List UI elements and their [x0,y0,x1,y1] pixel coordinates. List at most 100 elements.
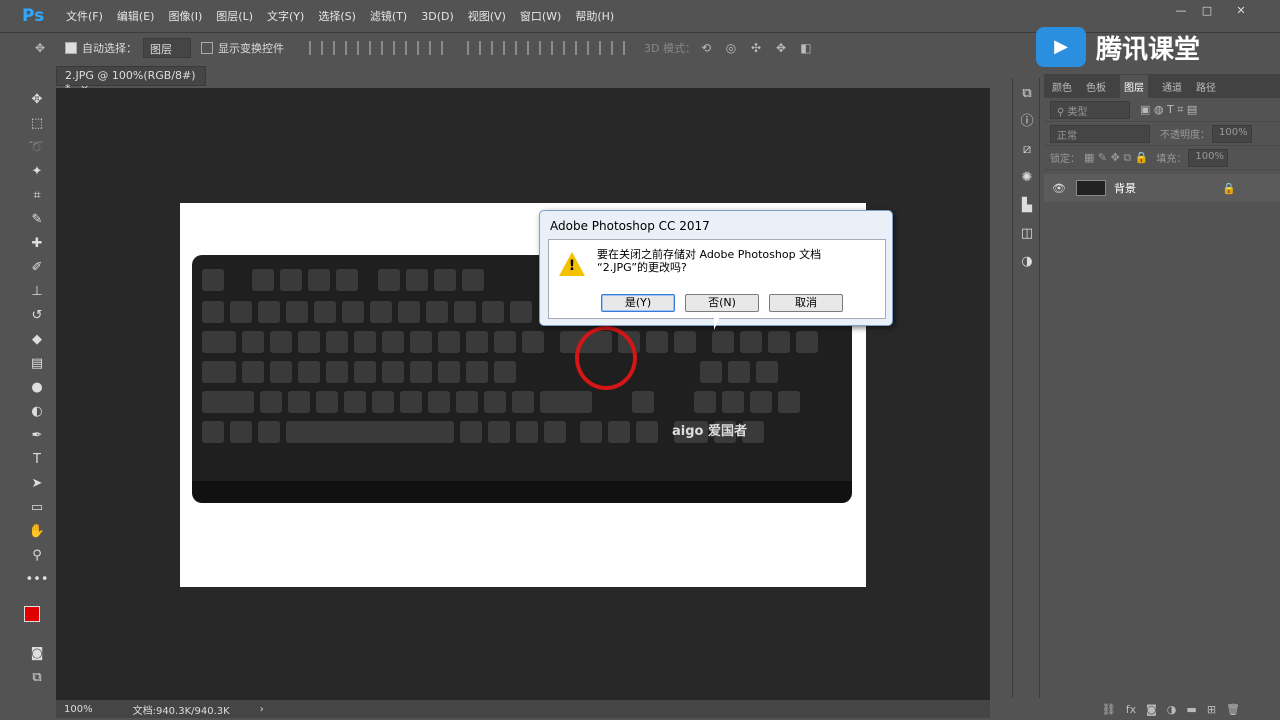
align-left-icon[interactable] [381,40,395,55]
distribute-bottom-icon[interactable] [515,40,529,55]
show-transform-checkbox[interactable] [201,41,213,54]
document-tab[interactable]: 2.JPG @ 100%(RGB/8#) * × [56,66,206,95]
fx-icon[interactable]: fx [1126,703,1136,716]
quick-mask-icon[interactable]: ◙ [22,642,52,666]
histogram-panel-icon[interactable]: ▙ [1013,194,1041,218]
eyedropper-tool-icon[interactable]: ✎ [22,208,52,232]
menu-window[interactable]: 窗口(W) [520,8,561,24]
menu-file[interactable]: 文件(F) [66,8,103,24]
adjustment-layer-icon[interactable]: ◑ [1167,703,1177,716]
eraser-tool-icon[interactable]: ◆ [22,328,52,352]
zoom-level[interactable]: 100% [64,704,93,715]
3d-roll-icon[interactable]: ◎ [721,41,741,55]
history-brush-tool-icon[interactable]: ↺ [22,304,52,328]
healing-brush-tool-icon[interactable]: ✚ [22,232,52,256]
vertical-scrollbar[interactable] [990,88,1002,700]
move-tool-icon[interactable]: ✥ [30,41,50,55]
info-panel-icon[interactable]: ⓘ [1013,110,1041,134]
3d-pan-icon[interactable]: ✣ [746,41,766,55]
document-info: 文档:940.3K/940.3K [132,705,230,717]
align-vcenter-icon[interactable] [333,40,347,55]
filter-icons[interactable]: ▣ ◍ T ⌗ ▤ [1140,103,1197,117]
history-panel-icon[interactable]: ⧉ [1013,82,1041,106]
type-tool-icon[interactable]: T [22,448,52,472]
hand-tool-icon[interactable]: ✋ [22,520,52,544]
auto-align-icon[interactable] [611,40,625,55]
blur-tool-icon[interactable]: ● [22,376,52,400]
layer-filter-dropdown[interactable]: ⚲ 类型 [1050,100,1130,119]
link-layers-icon[interactable]: ⛓ [1102,703,1116,716]
menu-select[interactable]: 选择(S) [318,8,356,24]
pen-tool-icon[interactable]: ✒ [22,424,52,448]
auto-select-dropdown[interactable]: 图层 [143,37,191,58]
adjustments-panel-icon[interactable]: ✺ [1013,166,1041,190]
blend-row: 正常 不透明度： 100% [1044,122,1280,146]
align-bottom-icon[interactable] [357,40,371,55]
auto-select-checkbox[interactable] [65,41,77,54]
distribute-hcenter-icon[interactable] [563,40,577,55]
distribute-right-icon[interactable] [587,40,601,55]
3d-slide-icon[interactable]: ✥ [771,41,791,55]
delete-layer-icon[interactable]: 🗑 [1226,703,1240,716]
layer-row-background[interactable]: 👁 背景 🔒 [1044,174,1280,202]
menu-3d[interactable]: 3D(D) [421,10,454,23]
lasso-tool-icon[interactable]: ➰ [22,136,52,160]
crop-tool-icon[interactable]: ⌗ [22,184,52,208]
menu-edit[interactable]: 编辑(E) [117,8,155,24]
fill-field[interactable]: 100% [1188,148,1229,167]
tab-color[interactable]: 颜色 [1052,79,1072,94]
new-layer-icon[interactable]: ⊞ [1207,703,1216,716]
move-tool-icon[interactable]: ✥ [22,88,52,112]
cancel-button[interactable]: 取消 [769,294,843,312]
keyboard-row-number [202,301,538,323]
distribute-top-icon[interactable] [467,40,481,55]
distribute-vcenter-icon[interactable] [491,40,505,55]
libraries-panel-icon[interactable]: ◫ [1013,222,1041,246]
more-tools-icon[interactable]: ••• [22,568,52,592]
opacity-field[interactable]: 100% [1212,124,1252,143]
3d-rotate-icon[interactable]: ⟲ [696,41,716,55]
tab-layers[interactable]: 图层 [1120,74,1148,98]
dodge-tool-icon[interactable]: ◐ [22,400,52,424]
new-group-icon[interactable]: ▬ [1186,703,1196,716]
blend-mode-dropdown[interactable]: 正常 [1050,124,1150,143]
menu-layer[interactable]: 图层(L) [216,8,253,24]
yes-button[interactable]: 是(Y) [601,294,675,312]
lock-icons[interactable]: ▦ ✎ ✥ ⧉ 🔒 [1084,151,1148,165]
status-arrow-icon[interactable]: › [260,704,264,715]
align-right-icon[interactable] [429,40,443,55]
styles-panel-icon[interactable]: ◑ [1013,250,1041,274]
magic-wand-tool-icon[interactable]: ✦ [22,160,52,184]
eye-icon[interactable]: 👁 [1052,182,1066,195]
rectangle-tool-icon[interactable]: ▭ [22,496,52,520]
align-top-icon[interactable] [309,40,323,55]
add-mask-icon[interactable]: ◙ [1146,703,1157,716]
foreground-color-swatch[interactable] [24,606,40,622]
menu-help[interactable]: 帮助(H) [575,8,614,24]
align-hcenter-icon[interactable] [405,40,419,55]
keyboard-row-caps [202,361,784,383]
red-annotation-circle [575,326,637,390]
tab-channels[interactable]: 通道 [1162,79,1182,94]
brush-tool-icon[interactable]: ✐ [22,256,52,280]
gradient-tool-icon[interactable]: ▤ [22,352,52,376]
tab-paths[interactable]: 路径 [1196,79,1216,94]
close-window-icon[interactable]: ✕ [1230,4,1252,18]
menu-view[interactable]: 视图(V) [468,8,506,24]
screen-mode-icon[interactable]: ⧉ [22,666,52,690]
clone-stamp-tool-icon[interactable]: ⊥ [22,280,52,304]
menu-filter[interactable]: 滤镜(T) [370,8,407,24]
dialog-message-line1: 要在关闭之前存储对 Adobe Photoshop 文档 [597,248,822,261]
3d-scale-icon[interactable]: ◧ [796,41,816,55]
marquee-tool-icon[interactable]: ⬚ [22,112,52,136]
path-selection-tool-icon[interactable]: ➤ [22,472,52,496]
zoom-tool-icon[interactable]: ⚲ [22,544,52,568]
menu-type[interactable]: 文字(Y) [267,8,304,24]
distribute-left-icon[interactable] [539,40,553,55]
minimize-icon[interactable]: — [1170,4,1192,18]
menu-image[interactable]: 图像(I) [168,8,202,24]
character-panel-icon[interactable]: ⧄ [1013,138,1041,162]
no-button[interactable]: 否(N) [685,294,759,312]
maximize-icon[interactable]: □ [1196,4,1218,18]
tab-swatches[interactable]: 色板 [1086,79,1106,94]
